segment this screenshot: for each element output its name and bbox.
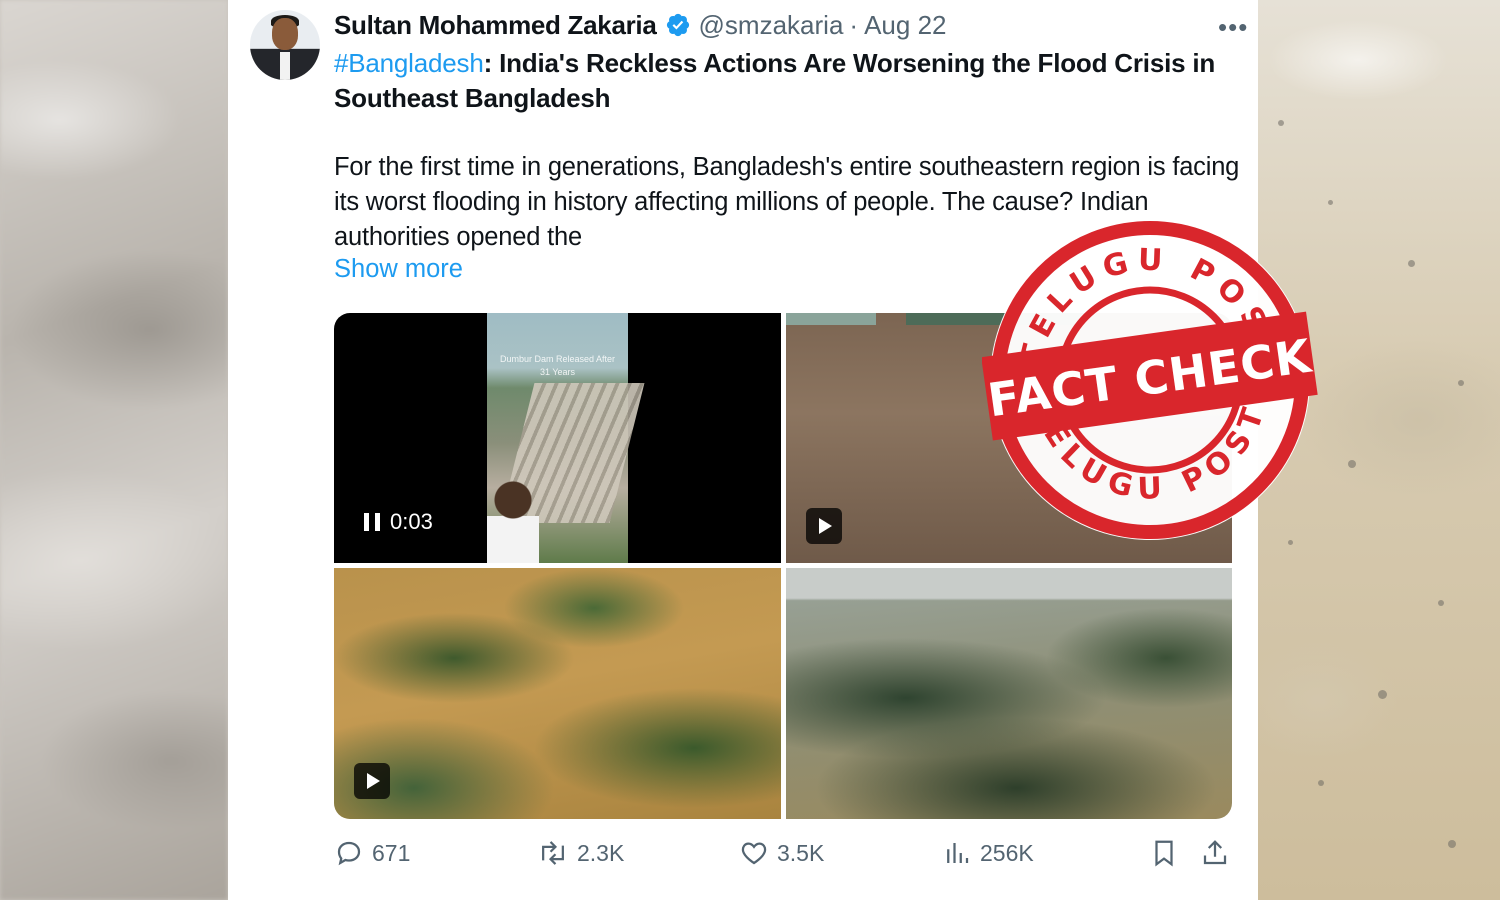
play-icon[interactable] [806,508,842,544]
play-icon[interactable] [354,763,390,799]
tweet-actions: 671 2.3K 3.5K 256K [334,838,1234,878]
video-timer[interactable]: 0:03 [364,509,433,535]
tweet-title: #Bangladesh: India's Reckless Actions Ar… [334,46,1244,116]
repost-icon [542,841,564,865]
tweet-date[interactable]: Aug 22 [864,10,946,41]
media-video-dam[interactable]: Dumbur Dam Released After 31 Years 0:03 [334,313,781,563]
fact-check-stamp: TELUGU POST TELUGU POST FACT CHECK [982,220,1318,540]
views-chart-icon [947,843,969,863]
separator: · [849,9,859,40]
dam-caption: Dumbur Dam Released After 31 Years [499,354,616,377]
reply-icon [337,841,361,866]
avatar[interactable] [250,10,320,80]
more-options-icon[interactable]: ••• [1218,12,1248,43]
bookmark-button[interactable] [1149,838,1187,868]
heart-icon [741,842,767,865]
media-image-flood-landscape[interactable] [786,568,1232,819]
verified-badge-icon [666,13,689,37]
hashtag-link[interactable]: #Bangladesh [334,48,484,78]
share-button[interactable] [1200,838,1238,868]
bookmark-icon [1155,840,1173,867]
repost-button[interactable]: 2.3K [537,838,624,868]
views-button[interactable]: 256K [942,838,1034,868]
views-count: 256K [980,839,1034,866]
background-left-image [0,0,228,900]
author-handle[interactable]: @smzakaria [699,10,844,41]
tweet-header: Sultan Mohammed Zakaria @smzakaria · Aug… [334,8,946,42]
author-name[interactable]: Sultan Mohammed Zakaria [334,10,657,41]
reply-button[interactable]: 671 [334,838,410,868]
pause-icon[interactable] [364,513,380,531]
reply-count: 671 [372,839,411,866]
share-icon [1203,840,1227,865]
like-count: 3.5K [777,839,825,866]
like-button[interactable]: 3.5K [739,838,824,868]
video-time-label: 0:03 [390,509,433,534]
repost-count: 2.3K [577,839,625,866]
dam-video-frame: Dumbur Dam Released After 31 Years [487,313,645,563]
media-video-flood-aerial[interactable] [334,568,781,819]
show-more-link[interactable]: Show more [334,255,463,284]
